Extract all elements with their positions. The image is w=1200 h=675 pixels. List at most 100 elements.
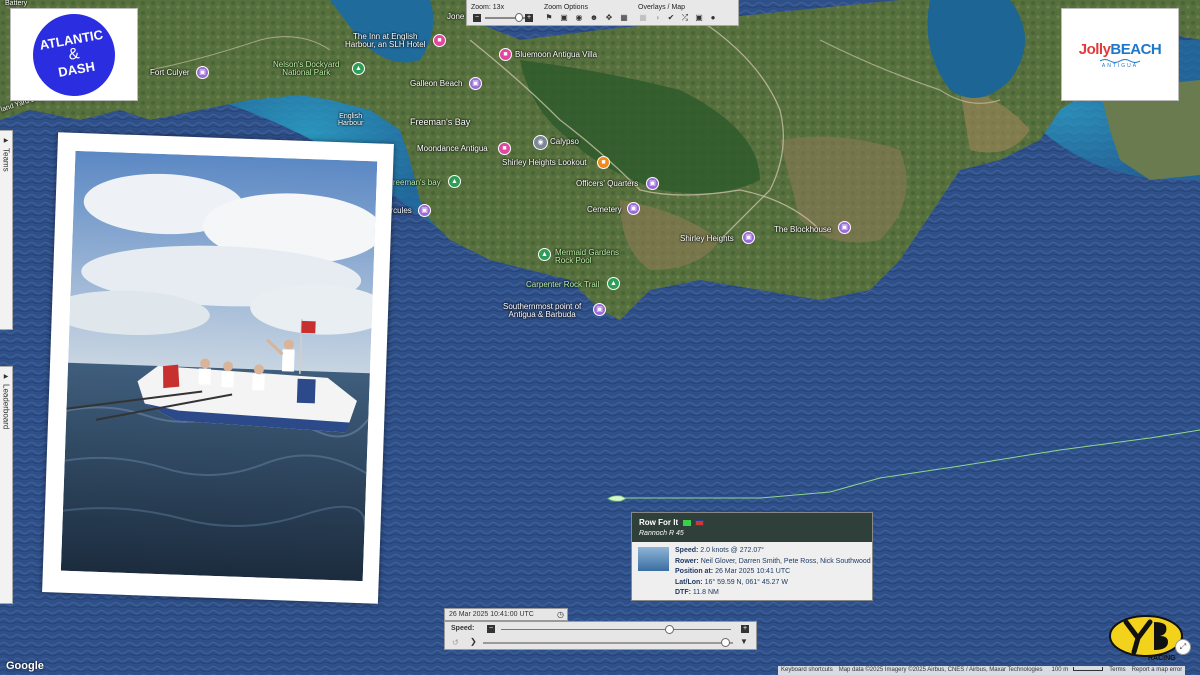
group-icon[interactable]: ☻ xyxy=(589,13,599,23)
place-label-fort-culyer: Fort Culyer xyxy=(150,68,190,77)
place-label-english-harbour: English Harbour xyxy=(338,113,364,128)
play-icon[interactable]: ❯ xyxy=(470,637,477,646)
logo-text-antigua: ANTIGUA xyxy=(1101,62,1139,69)
park-pin-icon[interactable]: ▲ xyxy=(607,277,620,290)
location-pin-icon[interactable]: ◉ xyxy=(533,135,548,150)
overlays-label: Overlays / Map xyxy=(638,4,686,11)
place-label-galleon: Galleon Beach xyxy=(410,79,463,88)
logo-text-beach: BEACH xyxy=(1110,40,1162,58)
speed-slider-track[interactable] xyxy=(501,629,731,630)
keyboard-shortcuts-link[interactable]: Keyboard shortcuts xyxy=(778,666,836,675)
chevron-down-icon[interactable]: ▼ xyxy=(740,637,748,646)
boat-info-popup[interactable]: Row For It Rannoch R 45 Speed: 2.0 knots… xyxy=(631,512,873,601)
attraction-pin-icon[interactable]: ▣ xyxy=(838,221,851,234)
park-pin-icon[interactable]: ▲ xyxy=(538,248,551,261)
map-attribution: Keyboard shortcuts Map data ©2025 Imager… xyxy=(778,666,1186,675)
place-label-inn: The Inn at English Harbour, an SLH Hotel xyxy=(345,32,426,50)
attraction-pin-icon[interactable]: ▣ xyxy=(627,202,640,215)
timeline-slider-track[interactable] xyxy=(483,642,733,644)
attraction-pin-icon[interactable]: ▣ xyxy=(742,231,755,244)
fullscreen-icon[interactable]: ⤢ xyxy=(1175,639,1191,655)
team-photo-card[interactable] xyxy=(42,132,394,604)
expand-arrow-icon: ▶ xyxy=(2,137,9,144)
latlon-value: 16° 59.59 N, 061° 45.27 W xyxy=(704,578,788,586)
playback-panel: 26 Mar 2025 10:41:00 UTC ◷ Speed: − + ↺ … xyxy=(444,608,757,650)
dark-map-icon[interactable]: ● xyxy=(708,13,718,23)
place-label-jones: Jone xyxy=(447,12,465,21)
position-value: 26 Mar 2025 10:41 UTC xyxy=(715,568,791,575)
popup-header: Row For It Rannoch R 45 xyxy=(632,513,872,542)
map-toolbar: Zoom: 13x Zoom Options Overlays / Map − … xyxy=(466,0,739,26)
flags-icon[interactable]: ⚑ xyxy=(544,13,554,23)
attraction-pin-icon[interactable]: ▣ xyxy=(593,303,606,316)
place-label-freemans-bay-2: Freeman's bay xyxy=(388,178,441,187)
uk-flag-icon xyxy=(695,520,705,527)
jolly-beach-logo[interactable]: JollyBEACH ANTIGUA xyxy=(1061,8,1179,101)
report-error-link[interactable]: Report a map error xyxy=(1129,666,1186,675)
place-label-mermaid: Mermaid Gardens Rock Pool xyxy=(555,248,620,266)
satellite-icon[interactable]: ▣ xyxy=(694,13,704,23)
place-label-carpenter: Carpenter Rock Trail xyxy=(526,280,600,289)
attraction-pin-icon[interactable]: ▣ xyxy=(469,77,482,90)
wind-icon[interactable]: ✔ xyxy=(666,13,676,23)
logo-text-jolly: Jolly xyxy=(1078,40,1111,58)
latlon-label: Lat/Lon: xyxy=(675,578,703,586)
place-label-calypso: Calypso xyxy=(550,137,579,146)
team-thumbnail[interactable] xyxy=(638,547,669,571)
tab-teams[interactable]: ▶ Teams xyxy=(0,130,13,330)
place-label-battery: Battery xyxy=(5,0,28,7)
replay-icon[interactable]: ↺ xyxy=(452,638,459,647)
popup-details: Speed: 2.0 knots @ 272.07° Rower: Neil G… xyxy=(675,546,871,599)
zoom-out-button[interactable]: − xyxy=(473,14,481,22)
scale-label: 100 m xyxy=(1051,667,1069,673)
attraction-pin-icon[interactable]: ▣ xyxy=(646,177,659,190)
scale-indicator[interactable]: 100 m xyxy=(1046,666,1107,675)
park-pin-icon[interactable]: ▲ xyxy=(448,175,461,188)
hotel-pin-icon[interactable]: ■ xyxy=(433,34,446,47)
clock-icon[interactable]: ◷ xyxy=(557,610,564,619)
attraction-pin-icon[interactable]: ▣ xyxy=(418,204,431,217)
speed-decrease-button[interactable]: − xyxy=(487,625,495,633)
place-label-freemans-bay: Freeman's Bay xyxy=(410,117,471,127)
hotel-pin-icon[interactable]: ■ xyxy=(499,48,512,61)
playback-controls: Speed: − + ↺ ❯ ▼ xyxy=(444,621,757,650)
jolly-beach-wordmark: JollyBEACH xyxy=(1079,41,1162,58)
logo-text-dash: DASH xyxy=(57,58,97,80)
place-label-blockhouse: The Blockhouse xyxy=(774,225,832,234)
yb-racing-logo[interactable]: RACING xyxy=(1108,612,1188,662)
layers-icon[interactable]: ▦ xyxy=(619,13,629,23)
dtf-value: 11.8 NM xyxy=(692,589,719,596)
map-data-credit: Map data ©2025 Imagery ©2025 Airbus, CNE… xyxy=(838,667,1043,673)
atlantic-dash-logo[interactable]: ATLANTIC & DASH xyxy=(10,7,138,102)
tab-leaderboard[interactable]: ▶ Leaderboard xyxy=(0,366,13,604)
tab-leaderboard-label: Leaderboard xyxy=(1,384,11,430)
zoom-in-button[interactable]: + xyxy=(525,14,533,22)
place-label-southernmost: Southernmost point of Antigua & Barbuda xyxy=(503,302,582,320)
speed-slider-handle[interactable] xyxy=(664,625,674,634)
playback-speed-label: Speed: xyxy=(451,625,475,632)
zoom-level-label: Zoom: 13x xyxy=(471,4,505,11)
target-icon[interactable]: ▣ xyxy=(559,13,569,23)
zoom-options-label: Zoom Options xyxy=(544,4,588,11)
speed-increase-button[interactable]: + xyxy=(741,625,749,633)
hotel-pin-icon[interactable]: ■ xyxy=(498,142,511,155)
centre-icon[interactable]: ◉ xyxy=(574,13,584,23)
place-label-shirley-lookout: Shirley Heights Lookout xyxy=(502,158,587,167)
boat-marker-icon[interactable] xyxy=(607,495,627,502)
yb-racing-text: RACING xyxy=(1148,655,1176,662)
place-label-shirley-heights: Shirley Heights xyxy=(680,234,734,243)
terms-link[interactable]: Terms xyxy=(1106,666,1128,675)
globe-icon[interactable]: ◑ xyxy=(652,13,662,23)
park-pin-icon[interactable]: ▲ xyxy=(352,62,365,75)
shuffle-icon[interactable]: ⤮ xyxy=(680,13,690,23)
attraction-pin-icon[interactable]: ▣ xyxy=(196,66,209,79)
timeline-slider-handle[interactable] xyxy=(721,638,730,647)
grid-icon[interactable]: ▦ xyxy=(638,13,648,23)
place-label-dockyard: Nelson's Dockyard National Park xyxy=(273,60,340,78)
team-name: Row For It xyxy=(639,518,679,527)
fit-icon[interactable]: ✥ xyxy=(604,13,614,23)
place-label-moondance: Moondance Antigua xyxy=(417,144,488,153)
place-label-cemetery: Cemetery xyxy=(587,205,622,214)
zoom-slider-handle[interactable] xyxy=(515,13,523,22)
restaurant-pin-icon[interactable]: ■ xyxy=(597,156,610,169)
